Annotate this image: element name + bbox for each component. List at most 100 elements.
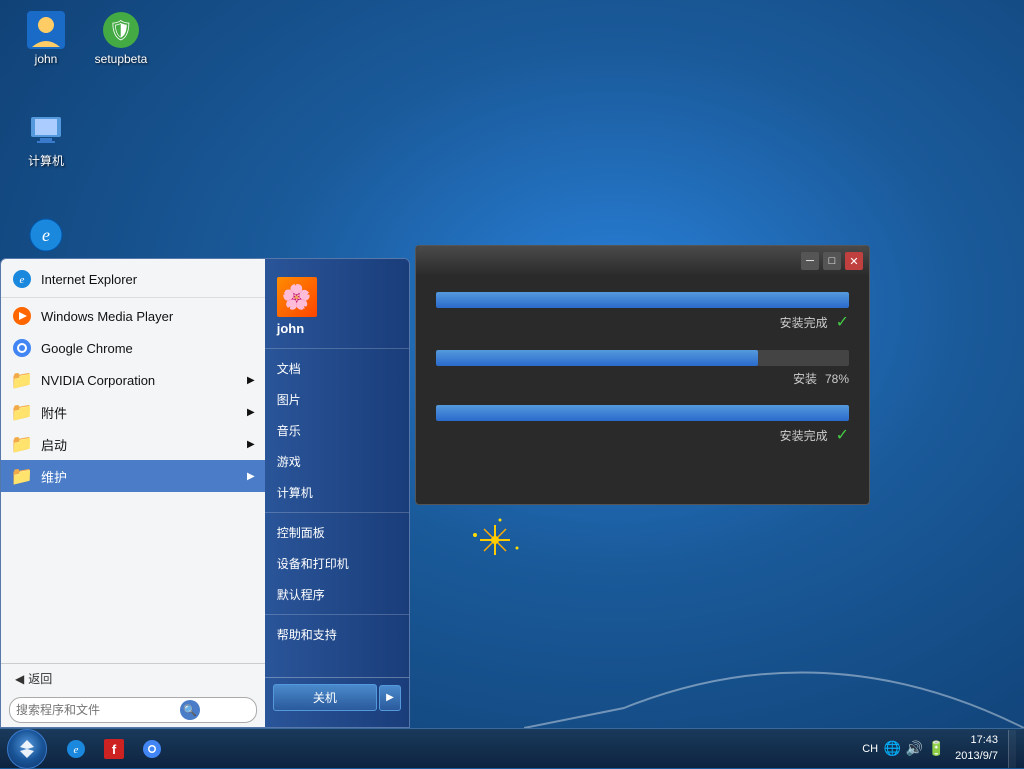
shutdown-button[interactable]: 关机 — [273, 684, 377, 711]
start-item-weihu[interactable]: 📁 维护 ▶ — [1, 460, 265, 492]
ie-start-icon: e — [11, 268, 33, 290]
qidong-start-icon: 📁 — [11, 433, 33, 455]
start-menu: e Internet Explorer Windows Media Player — [0, 258, 410, 728]
progress-row-3: 安装完成 ✓ — [436, 405, 849, 445]
desktop-icon-setupbeta[interactable]: 🛡 setupbeta — [85, 10, 157, 66]
progress-bar-bg-1 — [436, 292, 849, 308]
install-label-2: 安装 — [793, 370, 817, 387]
progress-bar-fill-1 — [436, 292, 849, 308]
fujian-start-icon: 📁 — [11, 401, 33, 423]
weihu-start-label: 维护 — [41, 467, 67, 486]
start-right-shebei[interactable]: 设备和打印机 — [265, 548, 409, 579]
tray-network-icon[interactable]: 🌐 — [883, 740, 901, 758]
taskbar-btn-chrome[interactable] — [134, 731, 170, 767]
start-back-button[interactable]: ◀ 返回 — [9, 668, 58, 689]
chrome-start-label: Google Chrome — [41, 341, 133, 356]
taskbar-chrome-icon — [142, 739, 162, 759]
svg-text:e: e — [74, 744, 79, 756]
nvidia-start-label: NVIDIA Corporation — [41, 373, 155, 388]
window-body: 安装完成 ✓ 安装 78% 安装完成 — [416, 276, 869, 461]
progress-bar-bg-3 — [436, 405, 849, 421]
desktop: john 🛡 setupbeta 计算机 e — [0, 0, 1024, 768]
john-label: john — [35, 52, 58, 66]
close-button[interactable]: ✕ — [845, 252, 863, 270]
start-shutdown-area: 关机 ▶ — [265, 677, 409, 717]
progress-percent-2: 78% — [825, 372, 849, 386]
start-item-chrome[interactable]: Google Chrome — [1, 332, 265, 364]
desktop-icon-john[interactable]: john — [10, 10, 82, 66]
start-right-moren[interactable]: 默认程序 — [265, 579, 409, 610]
svg-text:f: f — [112, 742, 117, 757]
shutdown-arrow-button[interactable]: ▶ — [379, 685, 401, 711]
tray-clock[interactable]: 17:43 2013/9/7 — [949, 733, 1004, 764]
desktop-icon-ie[interactable]: e — [10, 215, 82, 255]
weihu-chevron: ▶ — [247, 471, 255, 482]
taskbar-ie-icon: e — [66, 739, 86, 759]
start-item-ie[interactable]: e Internet Explorer — [1, 263, 265, 295]
computer-label: 计算机 — [28, 152, 64, 169]
progress-bar-fill-3 — [436, 405, 849, 421]
ie-start-label: Internet Explorer — [41, 272, 137, 287]
john-icon — [26, 10, 66, 50]
start-user-section[interactable]: 🌸 john — [265, 269, 409, 349]
fujian-chevron: ▶ — [247, 407, 255, 418]
start-right-youxi[interactable]: 游戏 — [265, 446, 409, 477]
minimize-button[interactable]: ─ — [801, 252, 819, 270]
start-item-fujian[interactable]: 📁 附件 ▶ — [1, 396, 265, 428]
tray-battery-icon[interactable]: 🔋 — [927, 740, 945, 758]
tray-volume-icon[interactable]: 🔊 — [905, 740, 923, 758]
ie-icon: e — [26, 215, 66, 255]
progress-info-2: 安装 78% — [436, 370, 849, 387]
show-desktop-button[interactable] — [1008, 730, 1016, 768]
start-search-box[interactable]: 🔍 — [9, 697, 257, 723]
start-back-area: ◀ 返回 — [1, 663, 265, 693]
chrome-start-icon — [11, 337, 33, 359]
start-right-nav: 文档 图片 音乐 游戏 计算机 控制面板 设备和打印机 默认程序 帮助和支持 — [265, 349, 409, 677]
back-label: 返回 — [28, 670, 52, 687]
desktop-icon-computer[interactable]: 计算机 — [10, 110, 82, 169]
taskbar: e f — [0, 728, 1024, 768]
back-arrow-icon: ◀ — [15, 672, 24, 686]
taskbar-flash-icon: f — [104, 739, 124, 759]
search-button[interactable]: 🔍 — [180, 700, 200, 720]
taskbar-btn-ie[interactable]: e — [58, 731, 94, 767]
setupbeta-label: setupbeta — [95, 52, 148, 66]
progress-window: ─ □ ✕ 安装完成 ✓ 安装 7 — [415, 245, 870, 505]
check-icon-1: ✓ — [836, 312, 849, 332]
tray-ch-icon[interactable]: CH — [861, 740, 879, 758]
start-right-wendang[interactable]: 文档 — [265, 353, 409, 384]
taskbar-tray: CH 🌐 🔊 🔋 17:43 2013/9/7 — [853, 729, 1024, 768]
nvidia-chevron: ▶ — [247, 375, 255, 386]
start-right-yinyue[interactable]: 音乐 — [265, 415, 409, 446]
progress-bar-bg-2 — [436, 350, 849, 366]
svg-text:🛡: 🛡 — [108, 20, 133, 42]
maximize-button[interactable]: □ — [823, 252, 841, 270]
start-item-wmp[interactable]: Windows Media Player — [1, 300, 265, 332]
qidong-chevron: ▶ — [247, 439, 255, 450]
start-right-kongzhimianban[interactable]: 控制面板 — [265, 517, 409, 548]
weihu-start-icon: 📁 — [11, 465, 33, 487]
progress-text-3: 安装完成 — [780, 427, 828, 444]
start-right-jisuanji[interactable]: 计算机 — [265, 477, 409, 508]
user-avatar: 🌸 — [277, 277, 317, 317]
desktop-decoration — [524, 528, 1024, 728]
taskbar-buttons: e f — [54, 729, 853, 768]
start-search-input[interactable] — [16, 703, 176, 717]
start-menu-items: e Internet Explorer Windows Media Player — [1, 259, 265, 663]
window-titlebar: ─ □ ✕ — [416, 246, 869, 276]
progress-row-1: 安装完成 ✓ — [436, 292, 849, 332]
computer-icon — [26, 110, 66, 150]
start-right-bangzhu[interactable]: 帮助和支持 — [265, 619, 409, 650]
start-right-tupian[interactable]: 图片 — [265, 384, 409, 415]
start-item-qidong[interactable]: 📁 启动 ▶ — [1, 428, 265, 460]
start-orb[interactable] — [7, 729, 47, 769]
progress-row-2: 安装 78% — [436, 350, 849, 387]
wmp-start-icon — [11, 305, 33, 327]
clock-time: 17:43 — [955, 733, 998, 748]
taskbar-btn-flash[interactable]: f — [96, 731, 132, 767]
progress-text-1: 安装完成 — [780, 314, 828, 331]
clock-date: 2013/9/7 — [955, 749, 998, 764]
start-item-nvidia[interactable]: 📁 NVIDIA Corporation ▶ — [1, 364, 265, 396]
start-button[interactable] — [0, 729, 54, 769]
start-menu-left: e Internet Explorer Windows Media Player — [1, 259, 265, 727]
